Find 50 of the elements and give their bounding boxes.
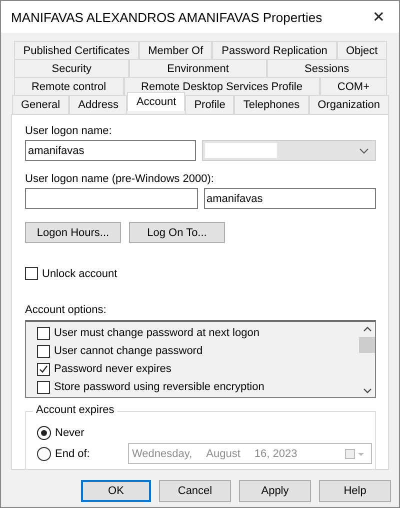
tab[interactable]: Object [336,41,387,59]
field-label: User logon name (pre-Windows 2000): [25,173,215,185]
checkbox[interactable] [37,362,50,376]
dialog-button[interactable]: Help [319,480,391,502]
scroll-down-icon[interactable] [362,388,372,394]
checkbox-label: Password never expires [54,363,172,375]
radio-label: Never [55,426,86,438]
tab[interactable]: Security [14,59,130,77]
dialog-button[interactable]: Cancel [159,480,231,502]
checkbox[interactable] [37,344,50,358]
action-button[interactable]: Log On To... [129,222,225,243]
input-field[interactable]: amanifavas [204,188,376,209]
scroll-up-icon[interactable] [362,326,372,332]
radio-button[interactable] [37,426,51,440]
checkbox[interactable] [25,267,38,280]
checkbox[interactable] [37,326,50,340]
close-button[interactable]: ✕ [366,8,391,26]
tab[interactable]: Member Of [138,41,212,59]
window-title: MANIFAVAS ALEXANDROS AMANIFAVAS Properties [11,10,322,24]
calendar-icon [345,448,365,458]
tab[interactable]: COM+ [320,77,387,95]
tab[interactable]: Sessions [266,59,387,77]
dialog-button[interactable]: OK [81,480,151,502]
chevron-down-icon [359,148,369,154]
tab[interactable]: Address [69,95,128,114]
checkbox-label: User must change password at next logon [54,327,260,339]
tab[interactable]: Account [127,92,186,111]
tab[interactable]: Environment [129,59,267,77]
dialog-button[interactable]: Apply [239,480,311,502]
field-label: User logon name: [25,125,113,137]
tab[interactable]: Remote control [14,77,124,95]
tab[interactable]: Remote Desktop Services Profile [124,77,320,95]
section-label: Account options: [25,304,108,316]
tab[interactable]: Telephones [234,95,309,114]
checkbox-label: Store password using reversible encryption [54,381,264,393]
checkbox-label: User cannot change password [54,345,203,357]
tab[interactable]: General [12,95,70,114]
scroll-thumb[interactable] [359,337,375,353]
tab[interactable]: Published Certificates [14,41,139,59]
checkbox-label: Unlock account [42,268,118,280]
group-title: Account expires [33,404,118,416]
tab[interactable]: Profile [185,95,234,114]
checkbox[interactable] [37,380,50,394]
radio-button[interactable] [37,446,51,460]
radio-label: End of: [55,448,91,460]
action-button[interactable]: Logon Hours... [25,222,121,243]
input-field[interactable] [25,188,198,209]
tab[interactable]: Password Replication [212,41,337,59]
input-field[interactable]: amanifavas [25,140,196,161]
tab[interactable]: Organization [308,95,389,114]
